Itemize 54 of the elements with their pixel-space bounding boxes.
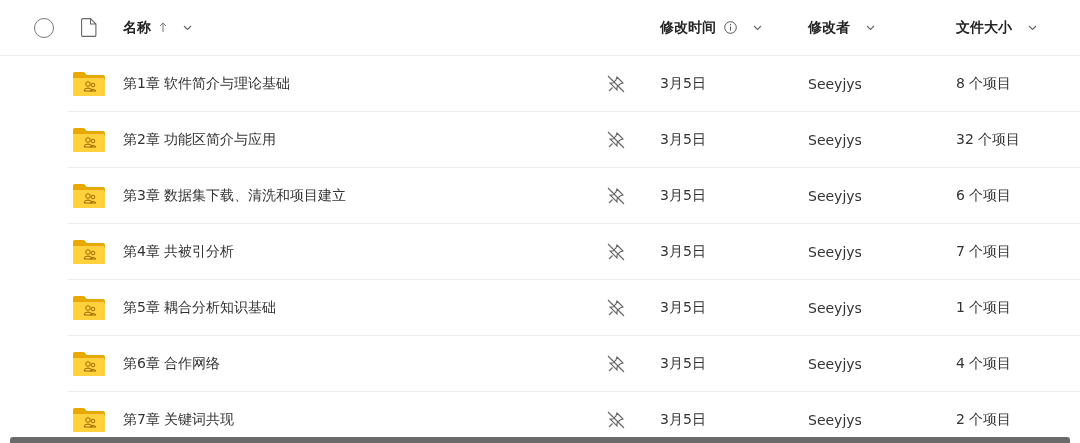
column-header[interactable]: 修改者 bbox=[808, 18, 850, 37]
folder-name[interactable]: 第2章 功能区简介与应用 bbox=[123, 130, 595, 149]
modified-by: Seeyjys bbox=[808, 411, 863, 428]
shared-folder-icon bbox=[73, 71, 105, 96]
modified-by: Seeyjys bbox=[808, 299, 863, 316]
modified-date: 3月5日 bbox=[660, 298, 707, 317]
folder-name[interactable]: 第6章 合作网络 bbox=[123, 354, 595, 373]
scrollbar[interactable] bbox=[10, 437, 1070, 443]
column-header[interactable]: 文件大小 bbox=[956, 18, 1012, 37]
folder-name[interactable]: 第1章 软件简介与理论基础 bbox=[123, 74, 595, 93]
item-count: 32 个项目 bbox=[956, 130, 1022, 149]
item-count: 7 个项目 bbox=[956, 242, 1013, 261]
crossed-pin-icon[interactable] bbox=[607, 298, 625, 317]
item-count: 8 个项目 bbox=[956, 74, 1013, 93]
info-icon[interactable] bbox=[724, 21, 737, 34]
shared-folder-icon bbox=[73, 239, 105, 264]
modified-by: Seeyjys bbox=[808, 187, 863, 204]
modified-by: Seeyjys bbox=[808, 75, 863, 92]
modified-by: Seeyjys bbox=[808, 355, 863, 372]
item-count: 4 个项目 bbox=[956, 354, 1013, 373]
folder-name[interactable]: 第4章 共被引分析 bbox=[123, 242, 595, 261]
modified-date: 3月5日 bbox=[660, 410, 707, 429]
shared-folder-icon bbox=[73, 351, 105, 376]
modified-date: 3月5日 bbox=[660, 186, 707, 205]
folder-name[interactable]: 第7章 关键词共现 bbox=[123, 410, 595, 429]
folder-name[interactable]: 第3章 数据集下载、清洗和项目建立 bbox=[123, 186, 595, 205]
shared-folder-icon bbox=[73, 127, 105, 152]
crossed-pin-icon[interactable] bbox=[607, 186, 625, 205]
crossed-pin-icon[interactable] bbox=[607, 242, 625, 261]
sort-up-arrow-icon[interactable] bbox=[159, 22, 167, 33]
shared-folder-icon bbox=[73, 407, 105, 432]
item-count: 6 个项目 bbox=[956, 186, 1013, 205]
modified-date: 3月5日 bbox=[660, 74, 707, 93]
file-type-icon bbox=[81, 18, 97, 37]
modified-date: 3月5日 bbox=[660, 130, 707, 149]
chevron-down-icon[interactable] bbox=[183, 24, 192, 31]
shared-folder-icon bbox=[73, 183, 105, 208]
item-count: 2 个项目 bbox=[956, 410, 1013, 429]
item-count: 1 个项目 bbox=[956, 298, 1013, 317]
crossed-pin-icon[interactable] bbox=[607, 74, 625, 93]
chevron-down-icon[interactable] bbox=[866, 24, 875, 31]
modified-date: 3月5日 bbox=[660, 242, 707, 261]
crossed-pin-icon[interactable] bbox=[607, 130, 625, 149]
modified-by: Seeyjys bbox=[808, 243, 863, 260]
crossed-pin-icon[interactable] bbox=[607, 410, 625, 429]
crossed-pin-icon[interactable] bbox=[607, 354, 625, 373]
chevron-down-icon[interactable] bbox=[753, 24, 762, 31]
folder-name[interactable]: 第5章 耦合分析知识基础 bbox=[123, 298, 595, 317]
column-header[interactable]: 修改时间 bbox=[660, 18, 716, 37]
modified-date: 3月5日 bbox=[660, 354, 707, 373]
chevron-down-icon[interactable] bbox=[1028, 24, 1037, 31]
shared-folder-icon bbox=[73, 295, 105, 320]
column-header[interactable]: 名称 bbox=[123, 18, 151, 37]
modified-by: Seeyjys bbox=[808, 131, 863, 148]
